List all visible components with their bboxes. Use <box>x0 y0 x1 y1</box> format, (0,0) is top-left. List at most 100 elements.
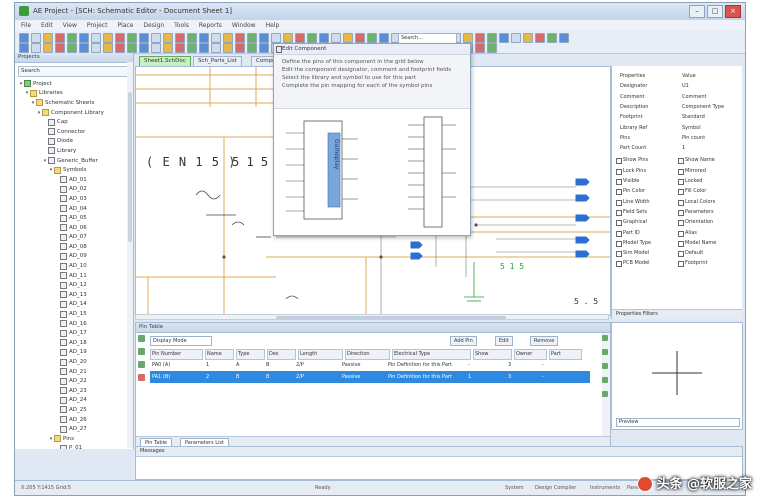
tree-item[interactable]: AD_13 <box>15 290 133 300</box>
toolbar-tool-icon[interactable] <box>367 33 377 43</box>
toolbar-tool-icon[interactable] <box>283 33 293 43</box>
toolbar-tool-icon[interactable] <box>151 33 161 43</box>
property-checkbox[interactable] <box>616 240 622 247</box>
preview-select[interactable]: Preview <box>616 418 740 427</box>
column-header[interactable]: Des <box>267 349 296 360</box>
toolbar-tool-icon[interactable] <box>55 43 65 53</box>
properties-footer[interactable]: Properties Filters <box>612 309 742 319</box>
toolbar-tool-icon[interactable] <box>91 43 101 53</box>
tree-item[interactable]: Diode <box>15 137 133 147</box>
canvas-h-scroll-thumb[interactable] <box>276 316 506 319</box>
tree-item[interactable]: AD_20 <box>15 357 133 367</box>
toolbar-tool-icon[interactable] <box>487 33 497 43</box>
property-checkbox[interactable] <box>678 179 684 185</box>
toolbar-tool-icon[interactable] <box>139 43 149 53</box>
status-instruments[interactable]: Instruments <box>590 485 620 491</box>
menu-reports[interactable]: Reports <box>199 20 222 31</box>
zoom-out-icon[interactable] <box>602 349 608 355</box>
tree-item[interactable]: AD_05 <box>15 213 133 223</box>
tree-item[interactable]: Connector <box>15 127 133 137</box>
toolbar-tool-icon[interactable] <box>559 33 569 43</box>
tree-item[interactable]: Cap <box>15 117 133 127</box>
tree-item[interactable]: AD_17 <box>15 328 133 338</box>
toolbar-tool-icon[interactable] <box>55 33 65 43</box>
toolbar-tool-icon[interactable] <box>199 43 209 53</box>
property-checkbox[interactable] <box>616 158 622 165</box>
toolbar-tool-icon[interactable] <box>523 33 533 43</box>
tree-item[interactable]: AD_23 <box>15 386 133 396</box>
property-checkbox[interactable] <box>616 189 622 196</box>
tree-item[interactable]: AD_04 <box>15 204 133 214</box>
toolbar-tool-icon[interactable] <box>235 33 245 43</box>
toolbar-tool-icon[interactable] <box>115 33 125 43</box>
tree-item[interactable]: AD_01 <box>15 175 133 185</box>
property-checkbox[interactable] <box>678 261 684 268</box>
column-header[interactable]: Electrical Type <box>392 349 471 360</box>
minimize-button[interactable]: – <box>689 5 705 18</box>
column-header[interactable]: Show <box>473 349 512 360</box>
property-checkbox[interactable] <box>616 199 622 206</box>
toolbar-tool-icon[interactable] <box>43 43 53 53</box>
tab-sheet1[interactable]: Sheet1.SchDoc <box>139 56 191 66</box>
column-header[interactable]: Part <box>549 349 582 360</box>
tree-item[interactable]: AD_09 <box>15 252 133 262</box>
toolbar-tool-icon[interactable] <box>91 33 101 43</box>
property-checkbox[interactable] <box>616 168 622 175</box>
toolbar-tool-icon[interactable] <box>307 33 317 43</box>
tree-item[interactable]: AD_19 <box>15 348 133 358</box>
property-checkbox[interactable] <box>616 220 622 227</box>
toolbar-tool-icon[interactable] <box>79 43 89 53</box>
toolbar-tool-icon[interactable] <box>43 33 53 43</box>
toolbar-tool-icon[interactable] <box>67 33 77 43</box>
menu-edit[interactable]: Edit <box>41 20 53 31</box>
property-value[interactable]: Pin count <box>682 134 705 142</box>
property-checkbox[interactable] <box>616 261 622 268</box>
property-checkbox[interactable] <box>678 189 684 196</box>
tree-item[interactable]: AD_27 <box>15 424 133 434</box>
tree-item[interactable]: ▾ Component Library <box>15 108 133 118</box>
property-value[interactable]: Standard <box>682 113 705 121</box>
close-button[interactable]: × <box>725 5 741 18</box>
tree-item[interactable]: AD_18 <box>15 338 133 348</box>
toolbar-tool-icon[interactable] <box>31 43 41 53</box>
toolbar-tool-icon[interactable] <box>139 33 149 43</box>
refresh-icon[interactable] <box>602 391 608 397</box>
tree-item[interactable]: ▾ Libraries <box>15 89 133 99</box>
menu-view[interactable]: View <box>63 20 77 31</box>
projects-scrollbar[interactable] <box>127 62 133 448</box>
toolbar-tool-icon[interactable] <box>475 33 485 43</box>
table-row[interactable] <box>150 383 590 395</box>
toolbar-tool-icon[interactable] <box>499 33 509 43</box>
menu-project[interactable]: Project <box>87 20 108 31</box>
property-value[interactable]: Value <box>682 72 696 80</box>
toolbar-tool-icon[interactable] <box>127 33 137 43</box>
column-header[interactable]: Type <box>236 349 265 360</box>
toolbar-tool-icon[interactable] <box>247 33 257 43</box>
edit-pin-button[interactable]: Edit <box>495 336 513 346</box>
toolbar-tool-icon[interactable] <box>295 33 305 43</box>
status-system[interactable]: System <box>505 485 524 491</box>
tree-item[interactable]: ▾ Schematic Sheets <box>15 98 133 108</box>
table-row[interactable]: PA0 (A) 1 A B 2/P Passive Pin Definition for t… <box>150 359 590 371</box>
tree-item[interactable]: AD_12 <box>15 280 133 290</box>
tree-item[interactable]: AD_02 <box>15 185 133 195</box>
property-value[interactable]: Component Type <box>682 103 724 111</box>
delete-icon[interactable] <box>138 374 145 381</box>
toolbar-tool-icon[interactable] <box>67 43 77 53</box>
property-value[interactable]: 1 <box>682 144 685 152</box>
tree-item[interactable]: AD_16 <box>15 319 133 329</box>
tree-item[interactable]: AD_26 <box>15 415 133 425</box>
toolbar-tool-icon[interactable] <box>223 43 233 53</box>
toolbar-tool-icon[interactable] <box>463 33 473 43</box>
toolbar-tool-icon[interactable] <box>199 33 209 43</box>
add-icon[interactable] <box>138 335 145 342</box>
tree-item[interactable]: ▾ Pins <box>15 434 133 444</box>
toolbar-tool-icon[interactable] <box>31 33 41 43</box>
tree-item[interactable]: AD_21 <box>15 367 133 377</box>
canvas-h-scrollbar[interactable] <box>135 314 609 320</box>
property-checkbox[interactable] <box>678 230 684 237</box>
toolbar-tool-icon[interactable] <box>163 43 173 53</box>
edit-icon[interactable] <box>138 348 145 355</box>
property-checkbox[interactable] <box>678 168 684 175</box>
toolbar-tool-icon[interactable] <box>211 43 221 53</box>
